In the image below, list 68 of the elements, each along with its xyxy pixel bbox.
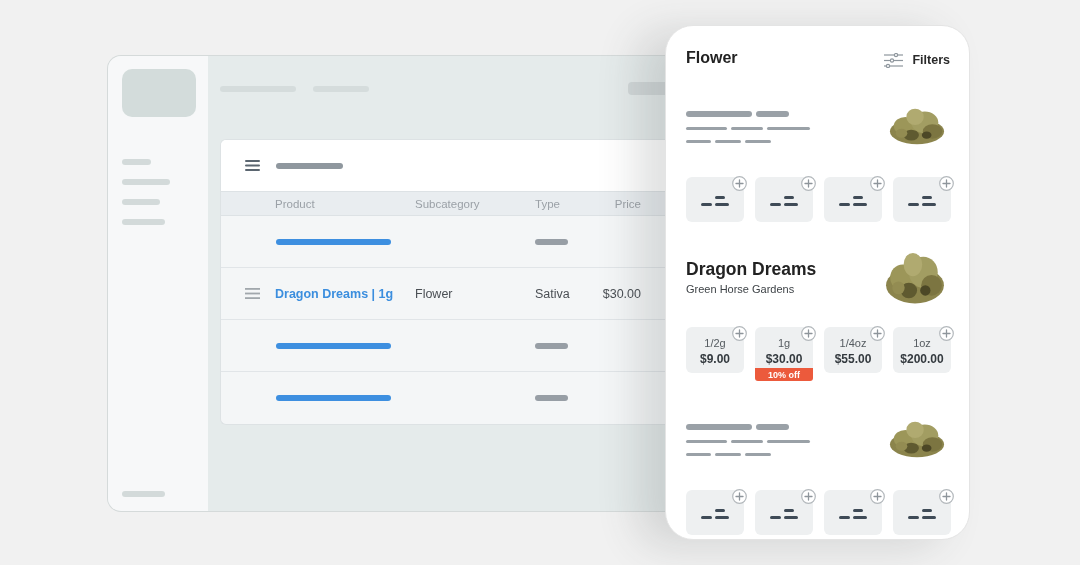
option-tile[interactable] — [755, 177, 813, 222]
brand-name: Green Horse Gardens — [686, 283, 796, 295]
plus-icon[interactable] — [939, 489, 954, 504]
text-placeholder — [731, 440, 763, 443]
table-cell: Sativa — [535, 286, 570, 301]
sliders-icon — [884, 52, 904, 68]
column-header: Product — [275, 197, 315, 210]
text-placeholder-icon — [701, 508, 729, 519]
plus-icon[interactable] — [801, 326, 816, 341]
option-tile[interactable] — [824, 490, 882, 535]
text-placeholder — [767, 127, 810, 130]
text-placeholder-icon — [908, 195, 936, 206]
text-placeholder — [535, 395, 568, 401]
text-placeholder — [686, 140, 711, 143]
menu-icon[interactable] — [245, 160, 260, 171]
size-option-button[interactable]: 1/4oz $55.00 — [824, 327, 882, 373]
text-placeholder — [686, 453, 711, 456]
text-placeholder — [745, 140, 771, 143]
text-placeholder — [731, 127, 763, 130]
text-placeholder — [686, 127, 727, 130]
option-tile[interactable] — [893, 490, 951, 535]
size-option-button[interactable]: 1/2g $9.00 — [686, 327, 744, 373]
drag-handle-icon[interactable] — [245, 288, 260, 299]
text-placeholder — [686, 111, 752, 117]
text-placeholder — [535, 238, 568, 245]
product-name: Dragon Dreams — [686, 258, 817, 280]
text-placeholder-icon — [770, 508, 798, 519]
text-placeholder — [686, 424, 752, 430]
plus-icon[interactable] — [732, 326, 747, 341]
text-placeholder-icon — [839, 508, 867, 519]
column-header: Type — [535, 197, 560, 210]
option-tile[interactable] — [893, 177, 951, 222]
option-tile[interactable] — [755, 490, 813, 535]
photo-placeholder — [888, 419, 946, 459]
size-option-button[interactable]: 1oz $200.00 — [893, 327, 951, 373]
text-placeholder — [715, 453, 741, 456]
category-title: Flower — [686, 48, 738, 68]
plus-icon[interactable] — [732, 176, 747, 191]
text-placeholder-icon — [908, 508, 936, 519]
column-header: Subcategory — [415, 197, 480, 210]
plus-icon[interactable] — [801, 489, 816, 504]
text-placeholder — [686, 440, 727, 443]
text-placeholder — [767, 440, 810, 443]
option-tile[interactable] — [824, 177, 882, 222]
plus-icon[interactable] — [870, 176, 885, 191]
option-tile[interactable] — [686, 490, 744, 535]
text-placeholder-icon — [839, 195, 867, 206]
plus-icon[interactable] — [939, 176, 954, 191]
table-cell: Flower — [415, 286, 453, 301]
plus-icon[interactable] — [870, 489, 885, 504]
text-placeholder-icon — [701, 195, 729, 206]
photo-placeholder — [888, 106, 946, 146]
plus-icon[interactable] — [939, 326, 954, 341]
plus-icon[interactable] — [801, 176, 816, 191]
plus-icon[interactable] — [870, 326, 885, 341]
text-placeholder — [745, 453, 771, 456]
text-placeholder — [715, 140, 741, 143]
title-placeholder — [276, 162, 343, 169]
table-cell: $30.00 — [602, 286, 641, 301]
text-placeholder — [535, 342, 568, 349]
filters-button[interactable]: Filters — [884, 52, 950, 68]
discount-badge: 10% off — [755, 368, 813, 381]
text-placeholder — [756, 424, 789, 430]
column-header: Price — [614, 197, 641, 210]
plus-icon[interactable] — [732, 489, 747, 504]
option-tile[interactable] — [686, 177, 744, 222]
text-placeholder — [756, 111, 789, 117]
text-placeholder-icon — [770, 195, 798, 206]
